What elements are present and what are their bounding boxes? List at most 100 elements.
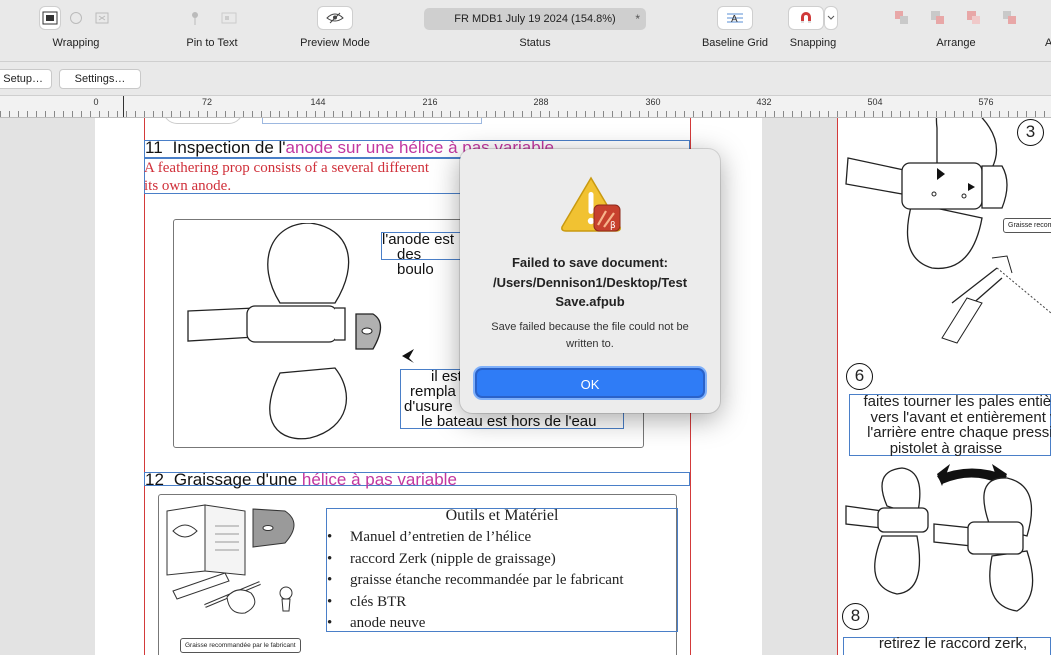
ruler-label: 0 bbox=[93, 97, 99, 107]
snapping-options-button[interactable] bbox=[825, 7, 837, 29]
list-item: raccord Zerk (nipple de graissage) bbox=[327, 549, 624, 571]
heading-highlight: hélice à pas variable bbox=[301, 470, 457, 489]
bring-forward-icon bbox=[967, 11, 980, 24]
baseline-grid-button[interactable]: A bbox=[718, 7, 752, 29]
list-item: clés BTR bbox=[327, 592, 624, 614]
horizontal-ruler[interactable]: 0 72 144 216 288 360 432 504 576 bbox=[0, 96, 1051, 118]
baseline-label: Baseline Grid bbox=[701, 37, 769, 49]
section-number: 11 bbox=[145, 138, 163, 157]
ruler-label: 144 bbox=[310, 97, 326, 107]
preview-label: Preview Mode bbox=[300, 37, 370, 49]
preview-group: Preview Mode bbox=[300, 7, 370, 55]
pin-group: Pin to Text bbox=[178, 7, 246, 55]
margin-guide-right-page bbox=[837, 118, 838, 655]
status-text: FR MDB1 July 19 2024 (154.8%) bbox=[454, 13, 616, 25]
magnet-icon bbox=[801, 12, 811, 23]
chevron-down-icon bbox=[827, 15, 835, 20]
arrange-label: Arrange bbox=[936, 37, 976, 49]
margin-guide-left bbox=[144, 118, 145, 655]
context-toolbar: Setup… Settings… bbox=[0, 62, 1051, 96]
ruler-ticks bbox=[0, 111, 1051, 117]
status-label: Status bbox=[519, 37, 551, 49]
callout-2-line-4: le bateau est hors de l'eau bbox=[421, 413, 597, 430]
red-body-text: A feathering prop consists of a several … bbox=[144, 159, 429, 195]
save-error-dialog: β Failed to save document: /Users/Dennis… bbox=[460, 149, 720, 413]
list-item: anode neuve bbox=[327, 613, 624, 635]
ruler-label: 72 bbox=[201, 97, 213, 107]
ruler-label: 576 bbox=[978, 97, 994, 107]
grease-label: Graisse recommandée par le fabricant bbox=[180, 638, 301, 653]
section-number: 12 bbox=[145, 470, 164, 489]
heading-text: Inspection de l' bbox=[172, 138, 286, 157]
top-artwork-fragment bbox=[163, 118, 243, 124]
wrap-none-button[interactable] bbox=[92, 7, 112, 29]
bring-front-icon bbox=[1003, 11, 1016, 24]
settings-button[interactable]: Settings… bbox=[59, 69, 141, 89]
dialog-message: Save failed because the file could not b… bbox=[491, 321, 689, 350]
ok-button[interactable]: OK bbox=[475, 368, 705, 398]
wrap-square-icon bbox=[42, 11, 58, 25]
snapping-group: Snapping bbox=[786, 7, 840, 55]
arrange-forward-button[interactable] bbox=[960, 7, 988, 29]
step-6-line-2: vers l'avant et entièrement v bbox=[870, 408, 1051, 426]
pin-icon bbox=[192, 12, 198, 25]
snapping-button[interactable] bbox=[789, 7, 823, 29]
tools-illustration bbox=[166, 504, 295, 614]
callout-1: l'anode est des boulo bbox=[382, 232, 462, 277]
step-8-text: retirez le raccord zerk, bbox=[878, 635, 1028, 652]
status-pill: FR MDB1 July 19 2024 (154.8%) * bbox=[424, 8, 646, 30]
red-line-1: A feathering prop consists of a several … bbox=[144, 160, 430, 176]
right-top-illustration bbox=[845, 118, 1051, 344]
ruler-label: 288 bbox=[533, 97, 549, 107]
send-back-icon bbox=[895, 11, 908, 24]
pin-label: Pin to Text bbox=[186, 37, 238, 49]
step-8-badge: 8 bbox=[842, 603, 869, 630]
setup-button[interactable]: Setup… bbox=[0, 69, 52, 89]
preview-mode-button[interactable] bbox=[318, 7, 352, 29]
pin-button[interactable] bbox=[181, 7, 209, 29]
ruler-label: 432 bbox=[756, 97, 772, 107]
pin-text-icon bbox=[221, 12, 237, 24]
pin-text-button[interactable] bbox=[215, 7, 243, 29]
step-6-line-4: pistolet à graisse bbox=[889, 439, 1003, 457]
ruler-label: 216 bbox=[422, 97, 438, 107]
svg-text:A: A bbox=[731, 14, 738, 25]
dialog-title: Failed to save document: /Users/Dennison… bbox=[492, 255, 688, 309]
wrap-tight-icon bbox=[70, 12, 82, 24]
arrange-front-button[interactable] bbox=[996, 7, 1024, 29]
wrap-square-button[interactable] bbox=[40, 7, 60, 29]
snapping-label: Snapping bbox=[789, 37, 837, 49]
callout-1-line-1: l'anode est bbox=[382, 231, 455, 248]
wrap-none-icon bbox=[95, 12, 109, 24]
arrange-group: Arrange bbox=[888, 7, 1024, 55]
baseline-grid-icon: A bbox=[727, 13, 743, 25]
grease-tag: Graisse recomm bbox=[1003, 218, 1051, 233]
section-12-heading: 12 Graissage d'une hélice à pas variable bbox=[145, 470, 457, 490]
step-6-line-1: faites tourner les pales entière bbox=[863, 393, 1051, 410]
wrap-tight-button[interactable] bbox=[66, 7, 86, 29]
overflow-label: A bbox=[1045, 37, 1051, 49]
modified-indicator: * bbox=[635, 12, 640, 26]
step-3-badge: 3 bbox=[1017, 119, 1044, 146]
warning-icon: β bbox=[561, 176, 621, 232]
preview-eye-icon bbox=[326, 12, 344, 24]
wrapping-label: Wrapping bbox=[52, 37, 100, 49]
main-toolbar: Wrapping Pin to Text Preview Mode FR MDB… bbox=[0, 0, 1051, 62]
top-frame-fragment[interactable] bbox=[262, 118, 482, 124]
arrange-backward-button[interactable] bbox=[924, 7, 952, 29]
arrange-back-button[interactable] bbox=[888, 7, 916, 29]
beta-badge-text: β bbox=[610, 221, 616, 231]
list-item: graisse étanche recommandée par le fabri… bbox=[327, 570, 624, 592]
step-6-badge: 6 bbox=[846, 363, 873, 390]
tools-title: Outils et Matériel bbox=[445, 507, 559, 524]
list-item: Manuel d’entretien de l’hélice bbox=[327, 527, 624, 549]
heading-text: Graissage d'une bbox=[173, 470, 302, 489]
ruler-label: 360 bbox=[645, 97, 661, 107]
red-line-2: its own anode. bbox=[144, 178, 232, 194]
step-6-line-3: l'arrière entre chaque pressio bbox=[867, 424, 1051, 441]
rotating-blades-illustration bbox=[845, 464, 1034, 612]
callout-1-line-2: des boulo bbox=[397, 246, 434, 278]
ruler-label: 504 bbox=[867, 97, 883, 107]
send-backward-icon bbox=[931, 11, 944, 24]
baseline-group: A Baseline Grid bbox=[699, 7, 771, 55]
